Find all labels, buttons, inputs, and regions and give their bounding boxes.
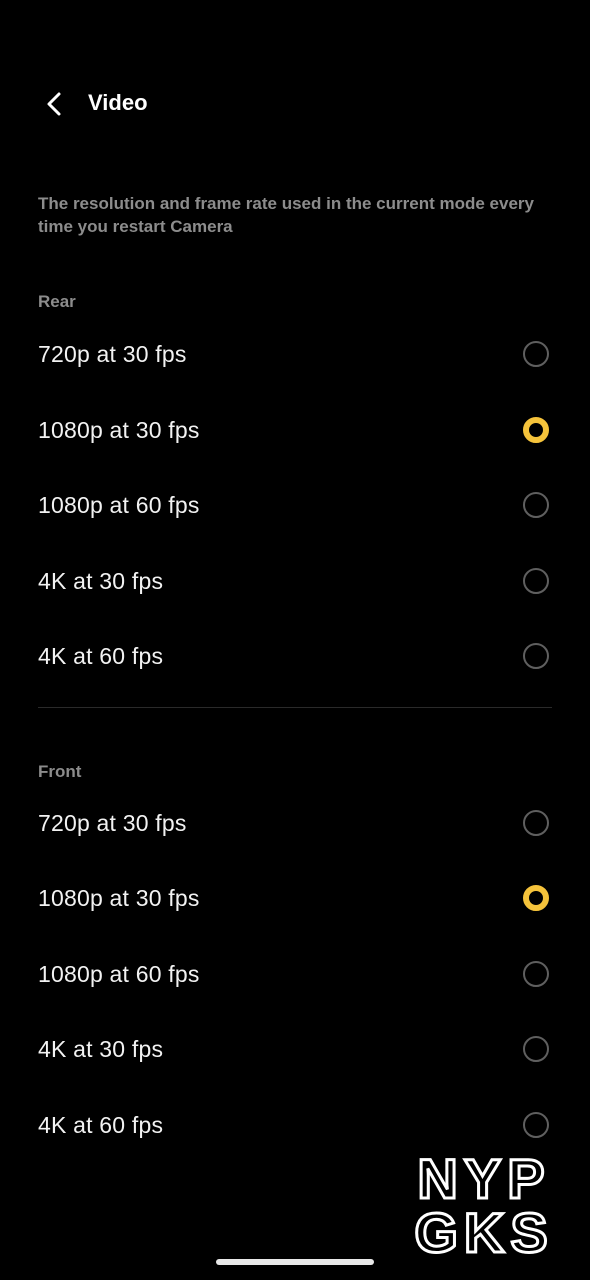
- option-label: 1080p at 60 fps: [38, 961, 200, 987]
- option-rear-1080p-30[interactable]: 1080p at 30 fps: [0, 392, 590, 468]
- radio-button[interactable]: [523, 492, 549, 518]
- option-front-720p-30[interactable]: 720p at 30 fps: [0, 785, 590, 861]
- option-label: 1080p at 30 fps: [38, 885, 200, 911]
- chevron-left-icon: [47, 92, 61, 116]
- watermark-line-2: GKS: [414, 1201, 553, 1256]
- option-label: 720p at 30 fps: [38, 810, 187, 836]
- option-label: 4K at 60 fps: [38, 643, 164, 669]
- radio-button[interactable]: [523, 643, 549, 669]
- option-front-1080p-30[interactable]: 1080p at 30 fps: [0, 860, 590, 936]
- option-label: 1080p at 30 fps: [38, 417, 200, 443]
- option-label: 4K at 60 fps: [38, 1112, 164, 1138]
- option-front-1080p-60[interactable]: 1080p at 60 fps: [0, 936, 590, 1012]
- section-label-front: Front: [38, 762, 82, 781]
- back-button[interactable]: [36, 86, 72, 122]
- radio-button[interactable]: [523, 810, 549, 836]
- page-title: Video: [88, 90, 148, 115]
- radio-button-selected[interactable]: [523, 885, 549, 911]
- radio-button[interactable]: [523, 961, 549, 987]
- home-indicator[interactable]: [216, 1259, 374, 1265]
- radio-button-selected[interactable]: [523, 417, 549, 443]
- header: Video: [0, 70, 590, 138]
- option-rear-4k-30[interactable]: 4K at 30 fps: [0, 543, 590, 619]
- option-label: 720p at 30 fps: [38, 341, 187, 367]
- option-front-4k-30[interactable]: 4K at 30 fps: [0, 1011, 590, 1087]
- watermark-logo: NYP GKS: [413, 1148, 553, 1256]
- description-text: The resolution and frame rate used in th…: [38, 194, 534, 236]
- radio-button[interactable]: [523, 568, 549, 594]
- option-rear-1080p-60[interactable]: 1080p at 60 fps: [0, 467, 590, 543]
- radio-button[interactable]: [523, 1036, 549, 1062]
- option-label: 1080p at 60 fps: [38, 492, 200, 518]
- section-label-rear: Rear: [38, 292, 76, 311]
- option-label: 4K at 30 fps: [38, 1036, 164, 1062]
- section-divider: [38, 707, 552, 708]
- radio-button[interactable]: [523, 341, 549, 367]
- option-rear-4k-60[interactable]: 4K at 60 fps: [0, 618, 590, 694]
- option-rear-720p-30[interactable]: 720p at 30 fps: [0, 316, 590, 392]
- radio-button[interactable]: [523, 1112, 549, 1138]
- option-label: 4K at 30 fps: [38, 568, 164, 594]
